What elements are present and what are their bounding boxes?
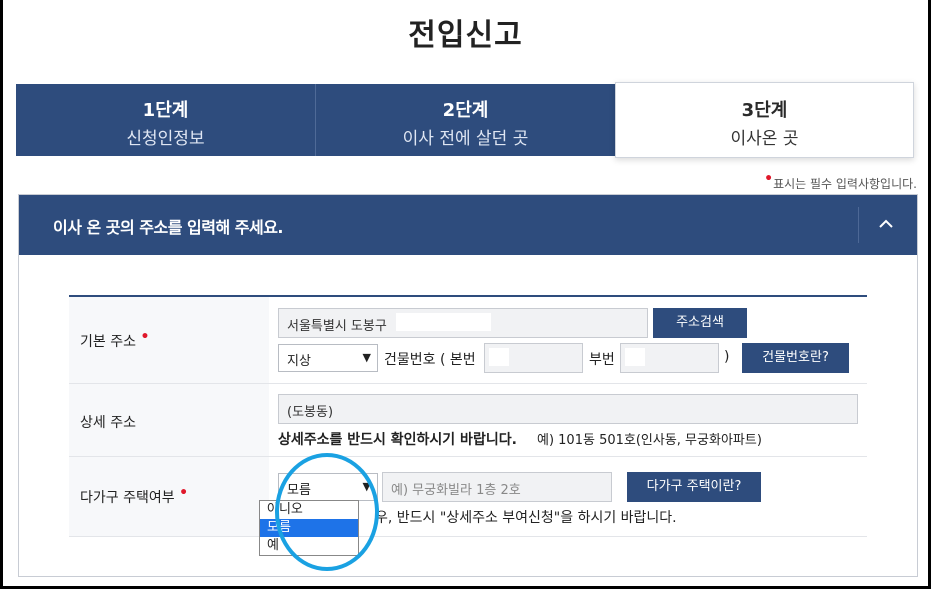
step-1-name: 신청인정보 [126, 129, 205, 149]
basic-address-label-text: 기본 주소 [80, 334, 136, 350]
multi-family-label-text: 다가구 주택여부 [80, 490, 175, 506]
detail-address-example: 예) 101동 501호(인사동, 무궁화아파트) [537, 433, 762, 448]
step-2-number: 2단계 [442, 100, 489, 121]
multi-family-detail-input[interactable]: 예) 무궁화빌라 1층 2호 [382, 472, 612, 502]
close-paren: ) [724, 349, 730, 365]
detail-address-field[interactable]: (도봉동) [278, 394, 858, 424]
address-panel: 이사 온 곳의 주소를 입력해 주세요. 기본 주소 • 서울특별시 도봉구 주… [18, 194, 918, 577]
page-title: 전입신고 [408, 18, 523, 53]
step-3-name: 이사온 곳 [730, 129, 799, 149]
step-tabs: 1단계 신청인정보 2단계 이사 전에 살던 곳 3단계 이사온 곳 [16, 82, 914, 158]
building-number-info-button[interactable]: 건물번호란? [742, 343, 849, 373]
detail-address-label: 상세 주소 [80, 415, 136, 431]
required-note-text: 표시는 필수 입력사항입니다. [773, 177, 917, 191]
step-1[interactable]: 1단계 신청인정보 [16, 84, 316, 156]
step-2-name: 이사 전에 살던 곳 [402, 129, 529, 149]
redacted-block [489, 348, 509, 366]
multi-family-label: 다가구 주택여부 • [80, 485, 189, 507]
required-note: •표시는 필수 입력사항입니다. [764, 171, 917, 192]
basic-address-value: 서울특별시 도봉구 [287, 319, 387, 334]
step-2[interactable]: 2단계 이사 전에 살던 곳 [316, 84, 615, 156]
basic-address-label: 기본 주소 • [80, 329, 150, 351]
multi-family-options-dropdown: 아니오 모름 예 [259, 500, 359, 556]
building-number-label: 건물번호 ( 본번 [384, 352, 476, 368]
detail-address-row: 상세 주소 (도봉동) 상세주소를 반드시 확인하시기 바랍니다. 예) 101… [69, 384, 867, 457]
multi-family-info-button[interactable]: 다가구 주택이란? [627, 472, 761, 502]
panel-title: 이사 온 곳의 주소를 입력해 주세요. [53, 218, 284, 237]
chevron-down-icon: ▼ [362, 351, 371, 364]
panel-header: 이사 온 곳의 주소를 입력해 주세요. [19, 195, 917, 255]
option-yes[interactable]: 예 [260, 537, 358, 555]
multi-family-row: 다가구 주택여부 • 모름 ▼ 예) 무궁화빌라 1층 2호 다가구 주택이란?… [69, 457, 867, 537]
sub-number-label: 부번 [589, 352, 615, 368]
multi-family-select-value: 모름 [287, 483, 311, 498]
multi-family-label-cell: 다가구 주택여부 • [69, 457, 269, 536]
redacted-block [396, 313, 491, 331]
multi-family-placeholder: 예) 무궁화빌라 1층 2호 [391, 483, 521, 498]
ground-select[interactable]: 지상 ▼ [278, 344, 378, 372]
required-marker: • [140, 329, 150, 345]
basic-address-label-cell: 기본 주소 • [69, 297, 269, 383]
detail-address-label-cell: 상세 주소 [69, 384, 269, 456]
required-marker: • [179, 485, 189, 501]
step-3-number: 3단계 [741, 100, 788, 121]
address-form: 기본 주소 • 서울특별시 도봉구 주소검색 지상 ▼ 건물번호 ( 본번 부번… [69, 295, 867, 537]
option-unknown[interactable]: 모름 [260, 519, 358, 537]
detail-address-notice: 상세주소를 반드시 확인하시기 바랍니다. [278, 432, 517, 448]
option-no[interactable]: 아니오 [260, 501, 358, 519]
redacted-block [625, 348, 645, 366]
required-marker: • [764, 171, 774, 187]
detail-address-value: (도봉동) [287, 405, 334, 420]
step-3-active[interactable]: 3단계 이사온 곳 [615, 82, 914, 158]
address-search-button[interactable]: 주소검색 [653, 308, 747, 338]
chevron-down-icon: ▼ [362, 480, 371, 493]
chevron-up-icon[interactable] [875, 213, 897, 235]
ground-select-value: 지상 [287, 354, 311, 369]
multi-family-note: 우, 반드시 "상세주소 부여신청"을 하시기 바랍니다. [375, 510, 677, 526]
header-divider [858, 207, 859, 243]
step-1-number: 1단계 [142, 100, 189, 121]
basic-address-row: 기본 주소 • 서울특별시 도봉구 주소검색 지상 ▼ 건물번호 ( 본번 부번… [69, 297, 867, 384]
multi-family-select[interactable]: 모름 ▼ [278, 473, 378, 501]
